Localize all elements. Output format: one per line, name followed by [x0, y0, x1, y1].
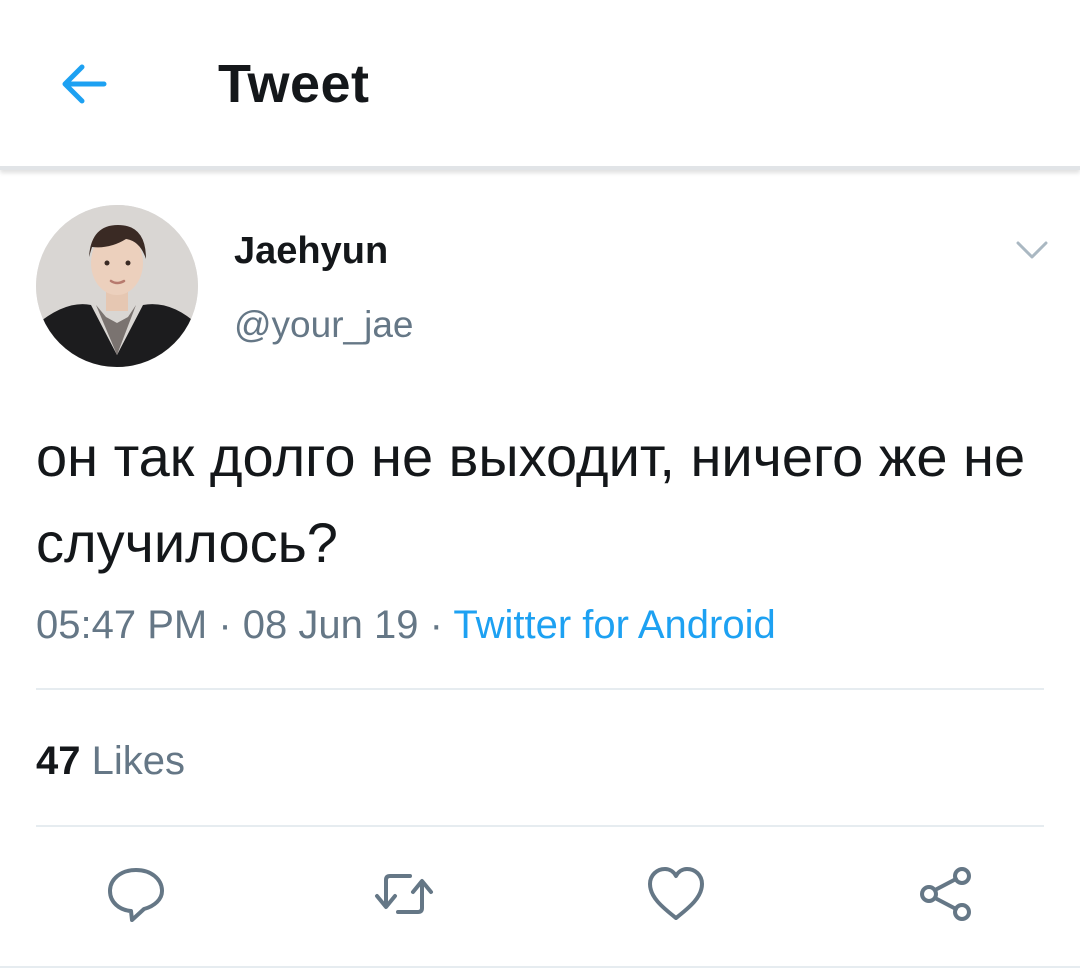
like-button[interactable] [644, 862, 708, 926]
divider [36, 825, 1044, 827]
tweet-text: он так долго не выходит, ничего же не сл… [36, 425, 1026, 574]
share-icon [920, 867, 971, 921]
meta-separator: · [429, 603, 443, 647]
display-name[interactable]: Jaehyun [234, 228, 388, 274]
retweet-icon [375, 874, 433, 914]
divider [36, 688, 1044, 690]
tweet-time: 05:47 PM [36, 603, 208, 647]
page-title: Tweet [218, 54, 370, 114]
likes-stat[interactable]: 47 Likes [36, 734, 185, 788]
bottom-divider [0, 966, 1080, 968]
avatar[interactable] [36, 205, 198, 367]
more-options-button[interactable] [1012, 234, 1052, 266]
user-handle[interactable]: @your_jae [234, 302, 414, 348]
retweet-button[interactable] [372, 862, 436, 926]
chevron-down-icon [1016, 241, 1048, 259]
speech-bubble-icon [108, 868, 164, 922]
share-button[interactable] [914, 862, 978, 926]
profile-photo [36, 205, 198, 367]
likes-count: 47 [36, 739, 81, 783]
tweet-source-link[interactable]: Twitter for Android [453, 603, 775, 647]
arrow-left-icon [62, 64, 107, 104]
back-button[interactable] [52, 52, 116, 116]
tweet-meta: 05:47 PM · 08 Jun 19 · Twitter for Andro… [36, 598, 776, 652]
tweet-date: 08 Jun 19 [242, 603, 419, 647]
reply-button[interactable] [104, 862, 168, 926]
meta-separator: · [218, 603, 232, 647]
top-app-bar: Tweet [0, 0, 1080, 170]
heart-icon [648, 867, 704, 920]
likes-label: Likes [91, 739, 186, 783]
